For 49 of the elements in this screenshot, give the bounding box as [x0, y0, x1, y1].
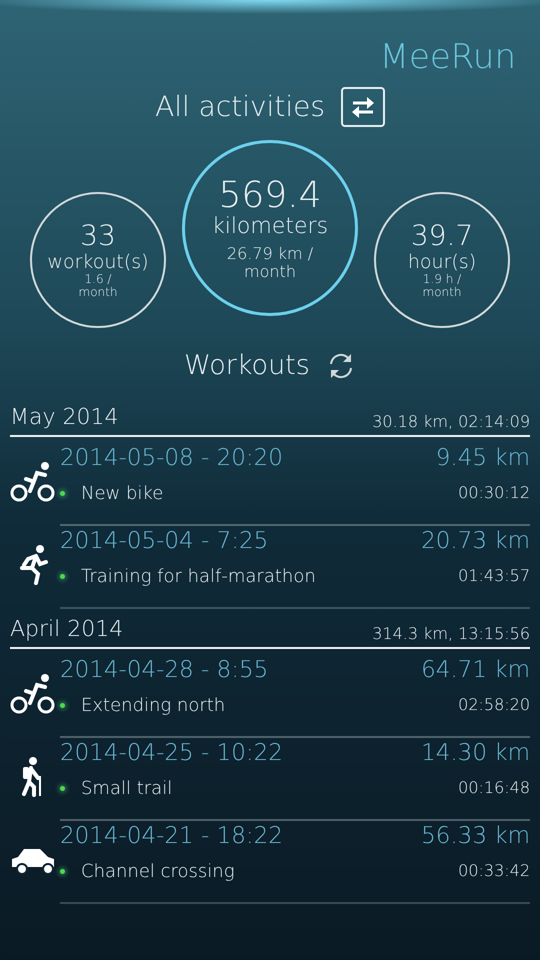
month-heading: May 2014: [10, 404, 118, 432]
status-dot: [60, 574, 65, 578]
workout-name: Small trail: [81, 776, 172, 800]
workout-duration: 00:33:42: [458, 860, 530, 882]
workout-distance: 9.45 km: [436, 446, 530, 470]
stat-unit: workout(s): [47, 252, 149, 273]
stat-value: 569.4: [218, 176, 322, 216]
app-title: MeeRun: [378, 36, 517, 74]
stat-value: 33: [80, 220, 116, 252]
cyclist-icon: [10, 460, 56, 502]
stat-rate: 26.79 km / month: [226, 245, 314, 280]
workout-duration: 01:43:57: [458, 565, 530, 587]
workout-distance: 20.73 km: [421, 530, 530, 552]
workout-name: Extending north: [81, 694, 226, 718]
workout-date: 2014-05-08 - 20:20: [60, 446, 283, 470]
filter-label: All activities: [155, 89, 325, 125]
workout-name: Training for half-marathon: [81, 564, 316, 588]
workout-row[interactable]: 2014-05-04 - 7:25 20.73 km Training for half-marathon 01:43:57: [60, 526, 530, 608]
workout-row[interactable]: 2014-05-08 - 20:20 9.45 km New bike 00:30:12: [60, 442, 530, 526]
stat-value: 39.7: [410, 220, 474, 252]
workout-row[interactable]: 2014-04-28 - 8:55 64.71 km Extending north 02:58:20: [60, 654, 530, 738]
workout-row[interactable]: 2014-04-21 - 18:22 56.33 km Channel crossing 00:33:42: [60, 820, 530, 904]
workout-row[interactable]: 2014-04-25 - 10:22 14.30 km Small trail 00:16:48: [60, 738, 530, 820]
status-dot: [60, 868, 65, 874]
workout-name: New bike: [81, 482, 164, 506]
month-heading: April 2014: [10, 616, 124, 644]
month-summary: 30.18 km, 02:14:09: [372, 410, 530, 432]
workout-date: 2014-04-25 - 10:22: [60, 742, 283, 764]
workout-distance: 14.30 km: [421, 742, 530, 764]
month-summary: 314.3 km, 13:15:56: [372, 622, 530, 644]
workout-date: 2014-05-04 - 7:25: [60, 530, 268, 552]
workout-date: 2014-04-28 - 8:55: [60, 658, 268, 682]
workout-distance: 56.33 km: [421, 824, 530, 848]
stat-rate: 1.6 / month: [78, 272, 118, 300]
workout-date: 2014-04-21 - 18:22: [60, 824, 283, 848]
stat-unit: kilometers: [212, 215, 328, 240]
stat-rate: 1.9 h / month: [422, 272, 462, 300]
workout-duration: 02:58:20: [458, 694, 530, 716]
workout-duration: 00:30:12: [458, 482, 530, 504]
stat-unit: hour(s): [408, 252, 476, 273]
status-dot: [60, 786, 65, 790]
status-dot: [60, 490, 65, 496]
cyclist-icon: [10, 672, 56, 714]
workout-duration: 00:16:48: [458, 777, 530, 799]
status-dot: [60, 702, 65, 708]
section-title: Workouts: [184, 349, 310, 383]
workout-distance: 64.71 km: [421, 658, 530, 682]
swap-button[interactable]: [340, 87, 385, 127]
workout-name: Channel crossing: [81, 860, 235, 884]
